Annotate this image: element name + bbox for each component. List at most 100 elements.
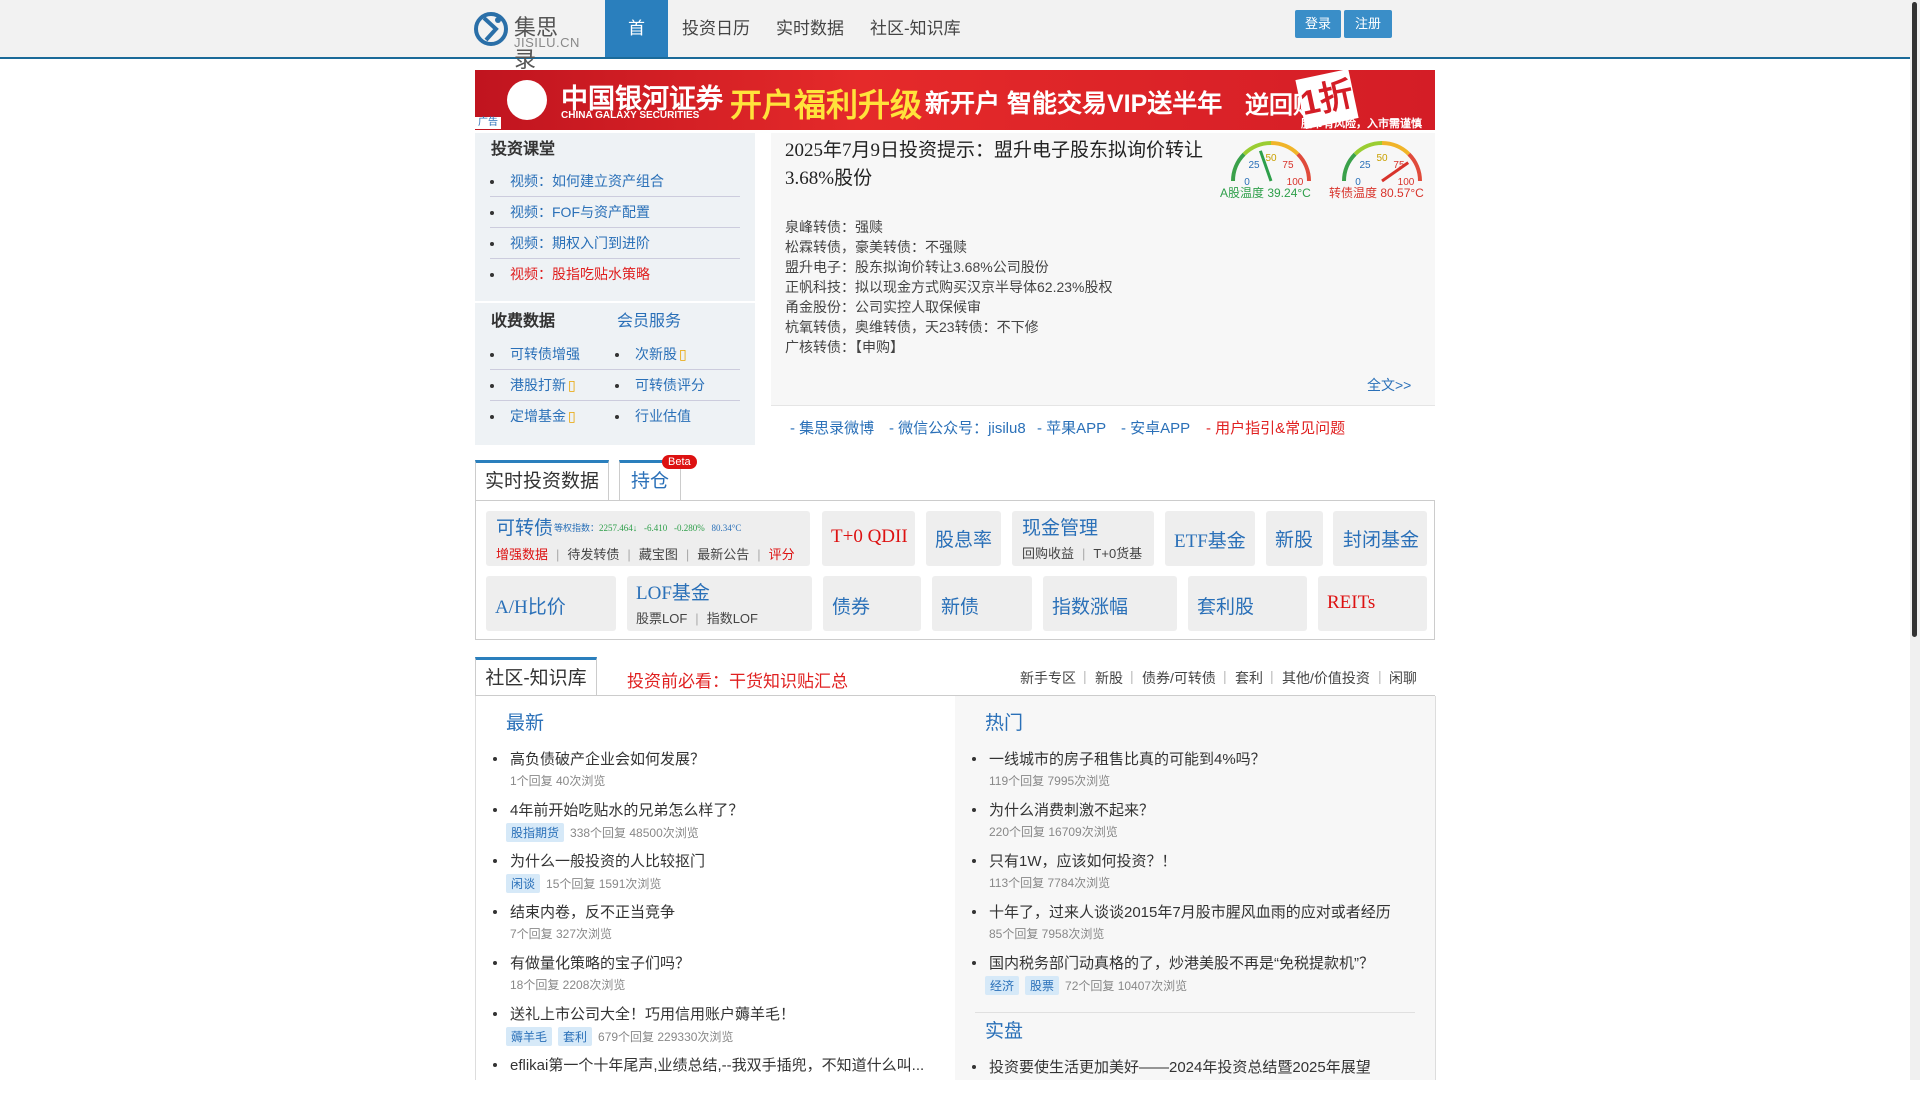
separator: | [1083,668,1087,684]
post-title[interactable]: 投资要使生活更加美好——2024年投资总结暨2025年展望 [989,1056,1371,1077]
hot-posts-column: 热门 一线城市的房子租售比真的可能到4%吗？ 119个回复 7995次浏览 为什么消… [955,696,1436,1080]
article-line: 杭氧转债，奥维转债，天23转债：不下修 [785,319,1039,335]
tile-reits[interactable]: REITs [1318,576,1427,631]
post-title[interactable]: 送礼上市公司大全！巧用信用账户薅羊毛！ [510,1003,795,1024]
tile-title[interactable]: 可转债 [496,513,553,540]
nav-community[interactable]: 社区-知识库 [854,0,977,57]
tile-cash-management[interactable]: 现金管理 回购收益 | T+0货基 [1012,511,1154,566]
latest-posts-column: 最新 高负债破产企业会如何发展？ 1个回复 40次浏览 4年前开始吃贴水的兄弟怎么样… [475,696,956,1080]
tile-t0-qdii[interactable]: T+0 QDII [822,511,915,566]
tile-convertible-bond[interactable]: 可转债 等权指数：2257.464↓ -6.410 -0.280% 80.34°… [486,511,810,566]
post-title[interactable]: 为什么一般投资的人比较抠门 [510,850,705,871]
vertical-scrollbar[interactable] [1910,0,1920,1080]
bullet-icon [972,859,976,863]
topic-tag[interactable]: 套利 [558,1027,593,1046]
topic-tag[interactable]: 股票 [1025,976,1060,995]
topic-tag[interactable]: 闲谈 [506,874,541,893]
register-button[interactable]: 注册 [1344,10,1392,38]
post-title[interactable]: 4年前开始吃贴水的兄弟怎么样了？ [510,799,743,820]
tile-ipo[interactable]: 新股 [1266,511,1323,566]
t0-money-fund-link[interactable]: T+0货基 [1093,546,1142,561]
paid-item[interactable]: 行业估值 [615,401,740,431]
cb-score-link[interactable]: 评分 [769,547,795,562]
cb-pending-link[interactable]: 待发转债 [567,547,619,562]
post-title[interactable]: 只有1W，应该如何投资？！ [989,850,1177,871]
paid-item[interactable]: 可转债增强 [490,339,615,370]
cb-enhanced-link[interactable]: 增强数据 [496,547,548,562]
member-service-link[interactable]: 会员服务 [617,307,681,331]
paid-data-heading: 收费数据 [491,313,556,330]
bullet-icon [972,961,976,965]
post-title[interactable]: 一线城市的房子租售比真的可能到4%吗？ [989,748,1266,769]
category-chat[interactable]: 闲聊 [1389,668,1417,688]
paid-item[interactable]: 港股打新 ▯ [490,370,615,401]
guide-faq-link[interactable]: - 用户指引&常见问题 [1206,417,1345,438]
tab-community[interactable]: 社区-知识库 [475,657,597,698]
cb-treasure-map-link[interactable]: 藏宝图 [639,547,678,562]
category-ipo[interactable]: 新股 [1095,668,1123,688]
post-title[interactable]: 为什么消费刺激不起来？ [989,799,1154,820]
index-lof-link[interactable]: 指数LOF [707,611,758,626]
ad-banner[interactable]: 中国银河证券 CHINA GALAXY SECURITIES 开户福利升级 新开… [475,70,1435,130]
category-beginner[interactable]: 新手专区 [1020,668,1076,688]
post-title[interactable]: 结束内卷，反不正当竞争 [510,901,675,922]
tile-ah-ratio[interactable]: A/H比价 [486,576,616,631]
nav-home[interactable]: 首页 [605,0,668,95]
stock-lof-link[interactable]: 股票LOF [636,611,687,626]
cb-index-line: 等权指数：2257.464↓ -6.410 -0.280% 80.34°C [554,523,742,533]
tile-etf[interactable]: ETF基金 [1165,511,1255,566]
post-meta: 85个回复 7958次浏览 [985,925,1104,942]
tile-dividend[interactable]: 股息率 [926,511,1001,566]
category-bond[interactable]: 债券/可转债 [1142,668,1216,688]
post-title[interactable]: 十年了，过来人谈谈2015年7月股市腥风血雨的应对或者经历 [989,901,1391,922]
gauge-band [1231,152,1246,182]
tab-realtime-data[interactable]: 实时投资数据 [475,460,609,501]
bullet-icon [493,808,497,812]
tile-bond[interactable]: 债券 [823,576,921,631]
nav-realtime[interactable]: 实时数据 [760,0,860,57]
site-logo[interactable]: 集思录 JISILU.CN [474,8,579,72]
cb-temp-gauge[interactable]: 0 25 50 75 100 转债温度 80.57°C [1327,135,1437,205]
post-title[interactable]: 高负债破产企业会如何发展？ [510,748,705,769]
banner-brand-en: CHINA GALAXY SECURITIES [561,110,700,121]
paid-item[interactable]: 次新股 ▯ [615,339,740,370]
left-panel: 投资课堂 视频：如何建立资产组合 视频：FOF与资产配置 视频：期权入门到进阶 … [475,133,755,445]
topic-tag[interactable]: 经济 [985,976,1020,995]
topic-tag[interactable]: 股指期货 [506,823,565,842]
paid-item[interactable]: 定增基金 ▯ [490,401,615,431]
nav-calendar[interactable]: 投资日历 [666,0,766,57]
post-title[interactable]: 国内税务部门动真格的了，炒港美股不再是“免税提款机”？ [989,952,1374,973]
category-arbitrage[interactable]: 套利 [1235,668,1263,688]
tile-index-change[interactable]: 指数涨幅 [1043,576,1177,631]
ios-app-link[interactable]: - 苹果APP [1037,417,1106,438]
post-title[interactable]: 有做量化策略的宝子们吗？ [510,952,690,973]
category-value[interactable]: 其他/价值投资 [1282,668,1370,688]
a-share-temp-gauge[interactable]: 0 25 50 75 100 A股温度 39.24°C [1216,135,1326,205]
post-stats: 119个回复 7995次浏览 [989,774,1111,788]
course-item[interactable]: 视频：如何建立资产组合 [490,166,740,197]
read-more-link[interactable]: 全文>> [1367,375,1411,395]
tile-arbitrage[interactable]: 套利股 [1188,576,1307,631]
separator: | [1223,668,1227,684]
tile-new-bond[interactable]: 新债 [932,576,1032,631]
scrollbar-thumb[interactable] [1912,2,1917,637]
tile-lof[interactable]: LOF基金 股票LOF | 指数LOF [627,576,812,631]
tile-closed-fund[interactable]: 封闭基金 [1333,511,1427,566]
course-item[interactable]: 视频：FOF与资产配置 [490,197,740,228]
course-item[interactable]: 视频：股指吃贴水策略 [490,259,740,289]
course-item[interactable]: 视频：期权入门到进阶 [490,228,740,259]
wechat-link[interactable]: - 微信公众号：jisilu8 [889,417,1026,438]
bullet-icon [493,961,497,965]
post-title[interactable]: eflikai第一个十年尾声,业绩总结,--我双手插兜，不知道什么叫... [510,1054,924,1075]
cb-announcement-link[interactable]: 最新公告 [697,547,749,562]
must-read-link[interactable]: 投资前必看：干货知识贴汇总 [627,667,848,692]
ad-tag: 广告 [475,117,501,129]
topic-tag[interactable]: 薅羊毛 [506,1027,553,1046]
android-app-link[interactable]: - 安卓APP [1121,417,1190,438]
article-title[interactable]: 2025年7月9日投资提示：盟升电子股东拟询价转让3.68%股份 [785,137,1205,193]
repo-yield-link[interactable]: 回购收益 [1022,546,1074,561]
login-button[interactable]: 登录 [1295,10,1341,38]
gauge-tick-label: 25 [1248,160,1260,171]
weibo-link[interactable]: - 集思录微博 [790,417,874,438]
paid-item[interactable]: 可转债评分 [615,370,740,401]
